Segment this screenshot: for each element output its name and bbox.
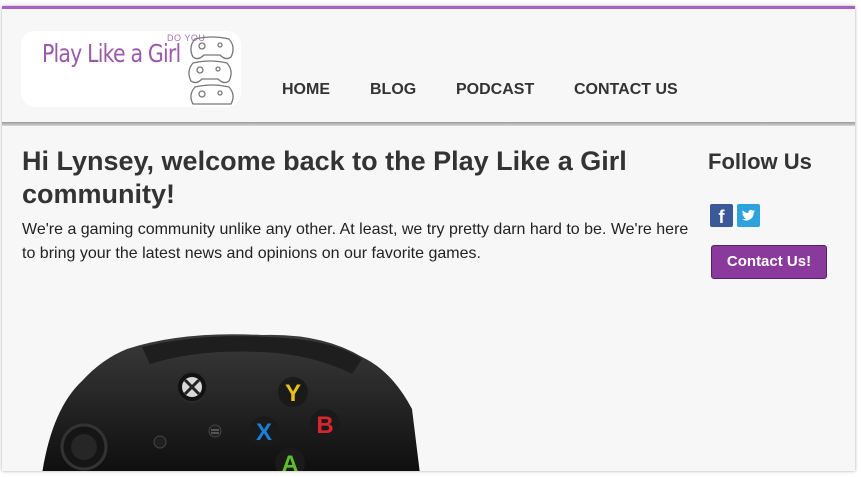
welcome-heading: Hi Lynsey, welcome back to the Play Like… xyxy=(22,146,627,209)
xbox-controller-image: Y B X A xyxy=(42,334,420,471)
nav-contact-us[interactable]: CONTACT US xyxy=(574,81,678,99)
site-header: DO YOU Play Like a Girl HOME BLOG PODCAS… xyxy=(2,9,855,122)
site-logo[interactable]: DO YOU Play Like a Girl xyxy=(21,31,241,107)
nav-blog[interactable]: BLOG xyxy=(370,81,416,99)
nav-home[interactable]: HOME xyxy=(282,81,330,99)
gamepad-logo-icon xyxy=(188,36,234,105)
facebook-icon[interactable]: f xyxy=(710,204,733,227)
page-frame: DO YOU Play Like a Girl HOME BLOG PODCAS… xyxy=(2,6,855,471)
b-button-label: B xyxy=(316,412,333,439)
y-button-label: Y xyxy=(285,380,301,407)
sidebar: Follow Us f Contact Us! xyxy=(708,149,848,279)
header-divider xyxy=(2,122,855,126)
logo-text: Play Like a Girl xyxy=(42,39,181,68)
intro-text: We're a gaming community unlike any othe… xyxy=(22,221,689,262)
follow-us-title: Follow Us xyxy=(708,149,812,174)
nav-podcast[interactable]: PODCAST xyxy=(456,81,534,99)
twitter-icon[interactable] xyxy=(737,204,760,227)
contact-us-button[interactable]: Contact Us! xyxy=(711,245,827,279)
a-button-label: A xyxy=(281,451,298,471)
x-button-label: X xyxy=(256,419,272,446)
main-content: Hi Lynsey, welcome back to the Play Like… xyxy=(22,145,702,266)
